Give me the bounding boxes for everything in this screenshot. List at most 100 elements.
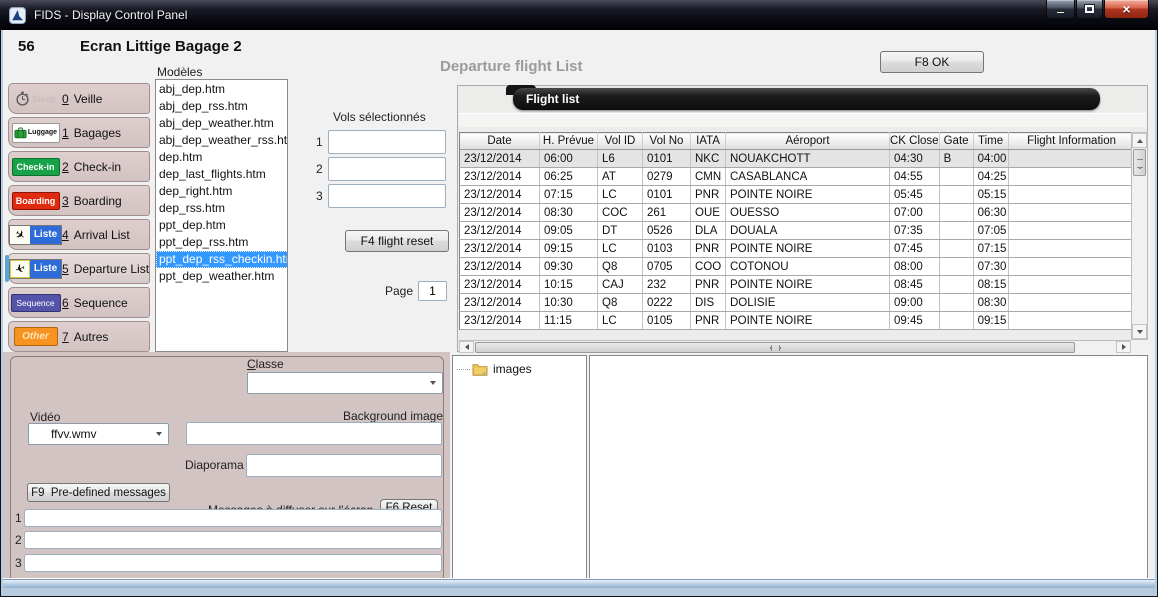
message-input-2[interactable] — [24, 531, 442, 549]
model-item[interactable]: ppt_dep.htm — [156, 217, 287, 234]
image-preview-panel — [589, 355, 1148, 586]
sidebar-item-bagages[interactable]: Luggage 1 Bagages — [8, 117, 150, 148]
scroll-up-button[interactable] — [1132, 133, 1147, 148]
vertical-scroll-thumb[interactable] — [1133, 149, 1146, 176]
model-item[interactable]: abj_dep.htm — [156, 81, 287, 98]
flight-cell: 232 — [643, 276, 691, 294]
flight-row[interactable]: 23/12/201410:30Q80222DISDOLISIE09:0008:3… — [460, 294, 1136, 312]
scroll-down-button[interactable] — [1132, 324, 1147, 339]
flight-slot-input-1[interactable] — [328, 130, 446, 154]
flight-slot-number: 2 — [316, 162, 323, 176]
tab-label: Sequence — [74, 296, 128, 310]
flight-slot-input-3[interactable] — [328, 184, 446, 208]
diaporama-input[interactable] — [246, 454, 442, 477]
flight-slot-input-2[interactable] — [328, 157, 446, 181]
scroll-left-button[interactable] — [459, 341, 474, 353]
model-item[interactable]: dep_last_flights.htm — [156, 166, 287, 183]
page-input[interactable] — [418, 281, 447, 301]
flight-cell — [939, 222, 973, 240]
f8-ok-button[interactable]: F8 OK — [880, 51, 984, 73]
model-item[interactable]: dep_rss.htm — [156, 200, 287, 217]
flight-cell: 04:25 — [973, 168, 1008, 186]
flight-row[interactable]: 23/12/201406:00L60101NKCNOUAKCHOTT04:30B… — [460, 150, 1136, 168]
flight-cell: DOLISIE — [726, 294, 890, 312]
horizontal-scroll-thumb[interactable] — [475, 342, 1075, 353]
flight-row[interactable]: 23/12/201411:15LC0105PNRPOINTE NOIRE09:4… — [460, 312, 1136, 330]
flight-cell: 261 — [643, 204, 691, 222]
flight-cell: 04:30 — [890, 150, 940, 168]
flight-cell — [939, 168, 973, 186]
column-header[interactable]: H. Prévue — [540, 133, 598, 150]
flight-row[interactable]: 23/12/201407:15LC0101PNRPOINTE NOIRE05:4… — [460, 186, 1136, 204]
sidebar-item-autres[interactable]: Other 7 Autres — [8, 321, 150, 352]
flight-cell: 0222 — [643, 294, 691, 312]
flight-cell: PNR — [691, 276, 726, 294]
flight-cell: 11:15 — [540, 312, 598, 330]
tree-item-label: images — [493, 362, 532, 376]
flight-row[interactable]: 23/12/201406:25AT0279CMNCASABLANCA04:550… — [460, 168, 1136, 186]
flight-cell: 06:00 — [540, 150, 598, 168]
horizontal-scrollbar[interactable] — [459, 340, 1131, 353]
model-item[interactable]: ppt_dep_rss.htm — [156, 234, 287, 251]
scroll-right-button[interactable] — [1116, 341, 1131, 353]
tab-label: Autres — [74, 330, 109, 344]
minimize-button[interactable] — [1046, 0, 1075, 19]
luggage-badge-label: Luggage — [28, 129, 57, 136]
sidebar-item-checkin[interactable]: Check-in 2 Check-in — [8, 151, 150, 182]
classe-label: Classe — [247, 357, 284, 371]
column-header[interactable]: Gate — [939, 133, 973, 150]
message-input-3[interactable] — [24, 554, 442, 572]
maximize-button[interactable] — [1076, 0, 1103, 19]
flight-list-panel: Flight list DateH. PrévueVol IDVol NoIAT… — [457, 85, 1148, 352]
column-header[interactable]: Vol No — [643, 133, 691, 150]
vertical-scrollbar[interactable] — [1131, 132, 1148, 340]
flight-cell: DOUALA — [726, 222, 890, 240]
flight-row[interactable]: 23/12/201410:15CAJ232PNRPOINTE NOIRE08:4… — [460, 276, 1136, 294]
sidebar-item-veille[interactable]: Sleep 0 Veille — [8, 83, 150, 114]
flight-cell: 07:30 — [973, 258, 1008, 276]
model-item[interactable]: ppt_dep_rss_checkin.htm — [156, 251, 288, 268]
tree-item-images[interactable]: images — [457, 362, 586, 376]
sidebar-item-boarding[interactable]: Boarding 3 Boarding — [8, 185, 150, 216]
model-item[interactable]: dep_right.htm — [156, 183, 287, 200]
f9-predefined-messages-button[interactable]: F9 Pre-defined messages — [27, 483, 170, 502]
screen-settings-panel: Classe Vidéo ffvv.wmv Background image D… — [3, 352, 450, 588]
flight-row[interactable]: 23/12/201409:30Q80705COOCOTONOU08:0007:3… — [460, 258, 1136, 276]
arrow-left-icon — [465, 344, 469, 350]
model-item[interactable]: ppt_dep_weather.htm — [156, 268, 287, 285]
column-header[interactable]: Vol ID — [598, 133, 643, 150]
column-header[interactable]: IATA — [691, 133, 726, 150]
column-header[interactable]: Aéroport — [726, 133, 890, 150]
column-header[interactable]: CK Close — [890, 133, 940, 150]
sidebar-item-sequence[interactable]: Sequence 6 Sequence — [8, 287, 150, 318]
f4-flight-reset-button[interactable]: F4 flight reset — [345, 230, 449, 252]
flight-row[interactable]: 23/12/201409:05DT0526DLADOUALA07:3507:05 — [460, 222, 1136, 240]
column-header[interactable]: Flight Information — [1008, 133, 1135, 150]
column-header[interactable]: Time — [973, 133, 1008, 150]
selected-flights-label: Vols sélectionnés — [333, 110, 426, 124]
flight-cell — [939, 258, 973, 276]
model-item[interactable]: abj_dep_weather_rss.htm — [156, 132, 287, 149]
screen-number: 56 — [18, 38, 35, 55]
close-button[interactable]: × — [1104, 0, 1149, 19]
flight-cell: 09:15 — [973, 312, 1008, 330]
video-combobox[interactable]: ffvv.wmv — [28, 423, 169, 445]
classe-combobox[interactable] — [247, 372, 443, 394]
column-header[interactable]: Date — [460, 133, 540, 150]
sidebar-item-departure-list[interactable]: ✈ Liste 5 Departure List — [8, 253, 150, 284]
flight-cell: 04:55 — [890, 168, 940, 186]
background-image-input[interactable] — [186, 422, 442, 445]
models-list[interactable]: abj_dep.htmabj_dep_rss.htmabj_dep_weathe… — [155, 79, 288, 352]
model-item[interactable]: abj_dep_weather.htm — [156, 115, 287, 132]
flight-row[interactable]: 23/12/201408:30COC261OUEOUESSO07:0006:30 — [460, 204, 1136, 222]
flight-cell: 23/12/2014 — [460, 222, 540, 240]
model-item[interactable]: abj_dep_rss.htm — [156, 98, 287, 115]
flight-row[interactable]: 23/12/201409:15LC0103PNRPOINTE NOIRE07:4… — [460, 240, 1136, 258]
flight-cell — [1008, 276, 1135, 294]
message-input-1[interactable] — [24, 509, 442, 527]
boarding-badge: Boarding — [12, 192, 60, 210]
sidebar-item-arrival-list[interactable]: ✈ Liste 4 Arrival List — [8, 219, 150, 250]
model-item[interactable]: dep.htm — [156, 149, 287, 166]
app-window: FIDS - Display Control Panel × 56 Ecran … — [0, 0, 1158, 597]
flight-cell: CAJ — [598, 276, 643, 294]
